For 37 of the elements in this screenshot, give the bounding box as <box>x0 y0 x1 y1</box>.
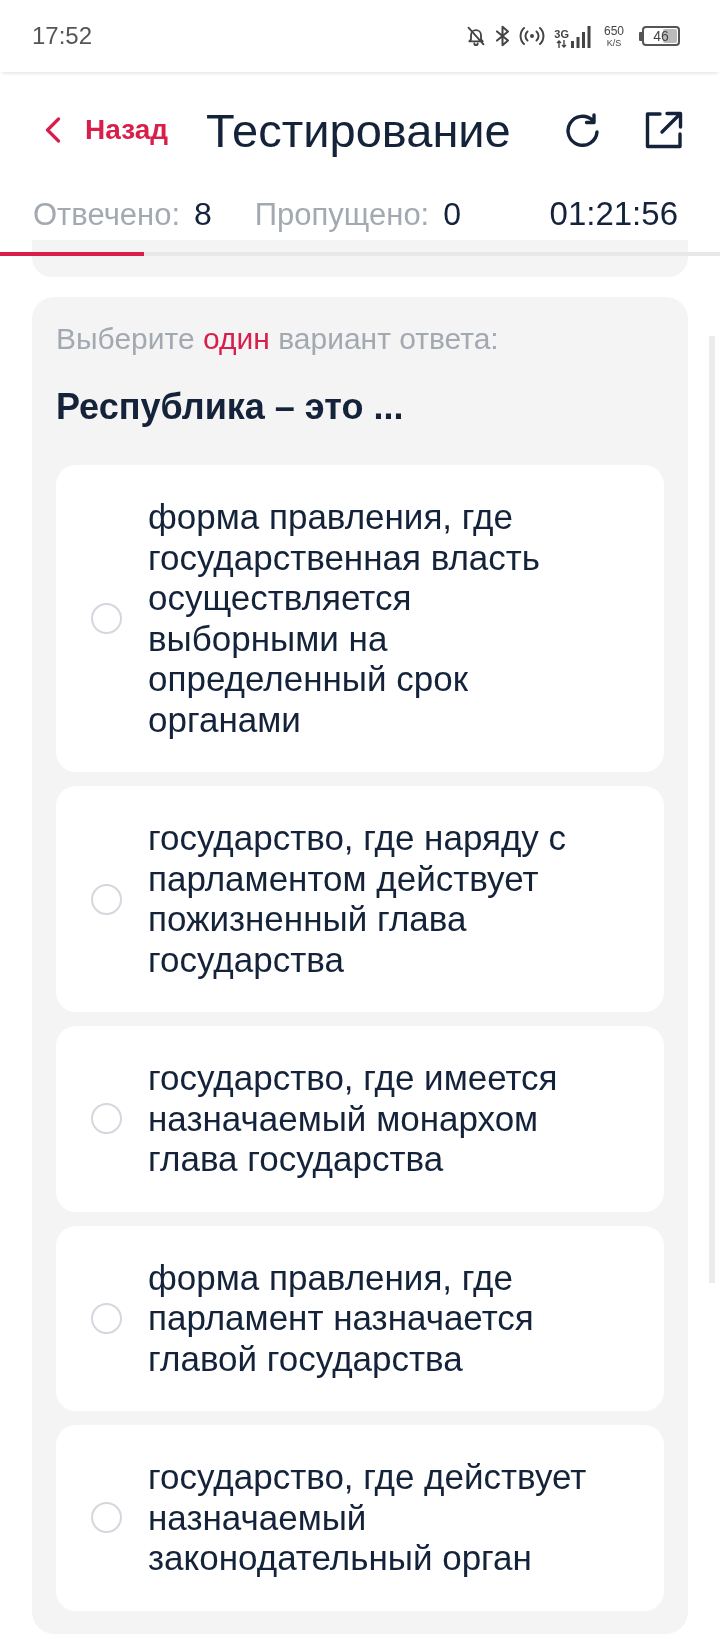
option-text: государство, где имеется назначаемый монархом глава государства <box>148 1058 559 1180</box>
answer-option[interactable]: форма правления, где парламент назначается главой государства <box>56 1225 664 1411</box>
data-arrows-icon <box>555 40 568 48</box>
stat-value: 0 <box>443 195 462 233</box>
stat-label: Отвечено: <box>33 196 180 233</box>
radio-button[interactable] <box>91 1502 122 1534</box>
stat-value: 8 <box>194 195 212 233</box>
chevron-left-icon <box>45 117 61 143</box>
radio-button[interactable] <box>91 1103 122 1135</box>
timer: 01:21:56 <box>549 195 678 233</box>
answer-option[interactable]: государство, где наряду с парламентом действует пожизненный глава государства <box>56 786 664 1012</box>
status-time: 17:52 <box>32 22 93 50</box>
instruction-text: Выберите один вариант ответа: <box>56 321 500 357</box>
network-type-label: 3G <box>554 28 569 40</box>
answer-option[interactable]: государство, где действует назначаемый законодательный орган <box>56 1425 664 1611</box>
back-button[interactable]: Назад <box>45 114 169 146</box>
option-text: государство, где действует назначаемый законодательный орган <box>148 1457 588 1579</box>
network-speed-unit: K/S <box>606 37 622 48</box>
network-speed-value: 650 <box>603 24 624 38</box>
page-title: Тестирование <box>206 102 511 158</box>
stat-label: Пропущено: <box>254 196 430 233</box>
option-text: форма правления, где парламент назначается главой государства <box>148 1257 535 1379</box>
bell-off-icon <box>466 25 487 47</box>
option-text: государство, где наряду с парламентом действует пожизненный глава государства <box>148 818 568 980</box>
answer-option[interactable]: форма правления, где государственная власть осуществляется выборными на определенный срок органами <box>56 465 664 772</box>
question-text: Республика – это ... <box>56 385 405 429</box>
bluetooth-icon <box>495 25 511 47</box>
answer-option[interactable]: государство, где имеется назначаемый монархом глава государства <box>56 1026 664 1212</box>
refresh-icon[interactable] <box>564 113 602 147</box>
signal-bars-icon <box>570 26 591 48</box>
option-text: форма правления, где государственная власть осуществляется выборными на определенный срок органами <box>148 497 542 740</box>
radio-button[interactable] <box>91 603 122 634</box>
radio-button[interactable] <box>91 883 122 915</box>
hotspot-icon <box>519 26 546 46</box>
external-link-icon[interactable] <box>645 111 683 149</box>
battery-percent: 46 <box>653 28 669 44</box>
radio-button[interactable] <box>91 1302 122 1334</box>
